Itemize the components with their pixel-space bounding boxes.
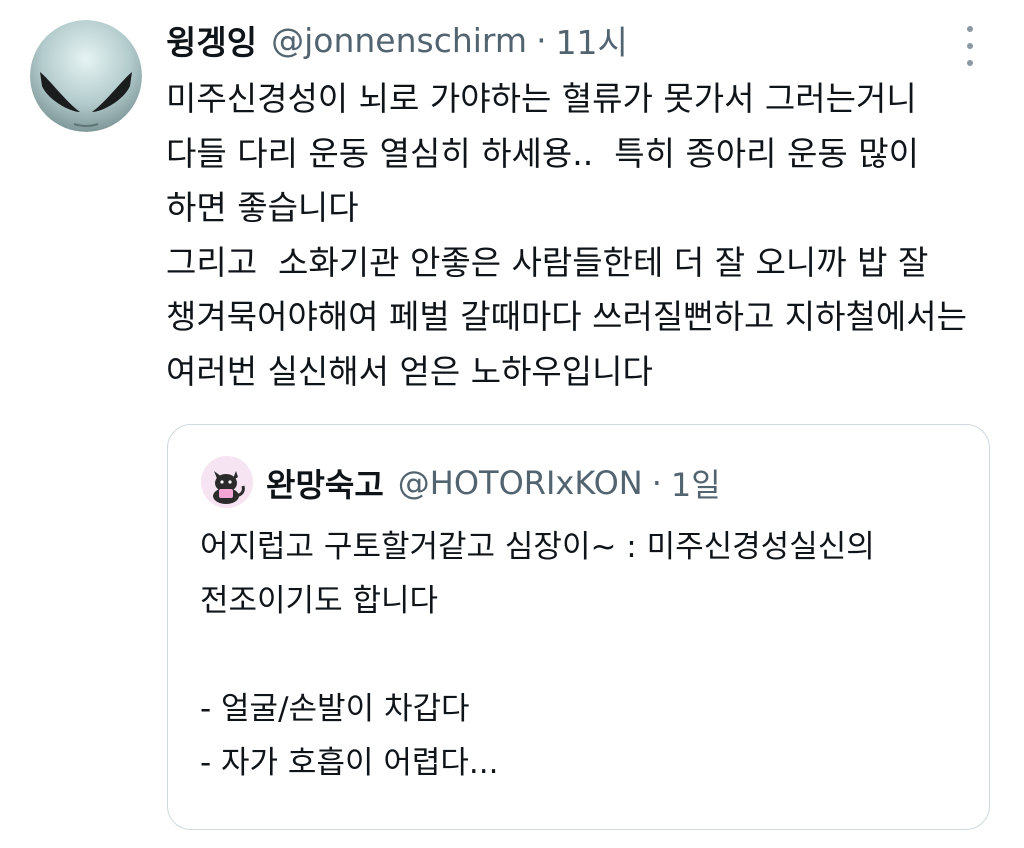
avatar[interactable] bbox=[30, 20, 142, 132]
quoted-text-line: 어지럽고 구토할거같고 심장이~ : 미주신경성실신의 bbox=[200, 529, 875, 565]
tweet-text-line: 여러번 실신해서 얻은 노하우입니다 bbox=[166, 351, 653, 391]
quoted-tweet-header: 완망숙고 @HOTORIxKON · 1일 bbox=[266, 461, 721, 505]
tweet-text-line: 다들 다리 운동 열심히 하세용.. 특히 종아리 운동 많이 bbox=[166, 133, 919, 173]
more-options-button[interactable] bbox=[958, 26, 982, 66]
quoted-text-line: - 얼굴/손발이 차갑다 bbox=[200, 691, 470, 727]
separator-dot: · bbox=[651, 464, 662, 502]
tweet-text-line: 챙겨묵어야해여 페벌 갈때마다 쓰러질뻔하고 지하철에서는 bbox=[166, 297, 967, 336]
display-name[interactable]: 윙겡잉 bbox=[166, 16, 257, 64]
quoted-avatar[interactable] bbox=[201, 456, 253, 508]
quoted-text-line: - 자가 호흡이 어렵다... bbox=[200, 745, 499, 781]
tweet-text-line: 그리고 소화기관 안좋은 사람들한테 더 잘 오니까 밥 잘 bbox=[166, 242, 929, 282]
quoted-timestamp[interactable]: 1일 bbox=[671, 460, 721, 506]
quoted-tweet-text: 어지럽고 구토할거같고 심장이~ : 미주신경성실신의 전조이기도 합니다 - … bbox=[200, 520, 970, 790]
quoted-display-name[interactable]: 완망숙고 bbox=[266, 460, 384, 506]
user-handle[interactable]: @jonnenschirm bbox=[271, 21, 527, 60]
timestamp[interactable]: 11시 bbox=[556, 16, 628, 64]
tweet-header: 윙겡잉 @jonnenschirm · 11시 bbox=[166, 16, 628, 64]
quoted-user-handle[interactable]: @HOTORIxKON bbox=[398, 464, 643, 502]
alien-face-icon bbox=[30, 20, 142, 132]
more-vertical-icon bbox=[967, 26, 973, 66]
separator-dot: · bbox=[536, 20, 547, 60]
quoted-tweet-card[interactable]: 완망숙고 @HOTORIxKON · 1일 어지럽고 구토할거같고 심장이~ :… bbox=[167, 424, 990, 830]
quoted-text-line bbox=[200, 628, 970, 682]
black-cat-icon bbox=[201, 456, 253, 508]
tweet-text-line: 하면 좋습니다 bbox=[166, 188, 359, 227]
tweet-text-line: 미주신경성이 뇌로 가야하는 혈류가 못가서 그러는거니 bbox=[166, 79, 917, 118]
quoted-text-line: 전조이기도 합니다 bbox=[200, 583, 439, 619]
tweet-text: 미주신경성이 뇌로 가야하는 혈류가 못가서 그러는거니 다들 다리 운동 열심… bbox=[166, 72, 996, 399]
